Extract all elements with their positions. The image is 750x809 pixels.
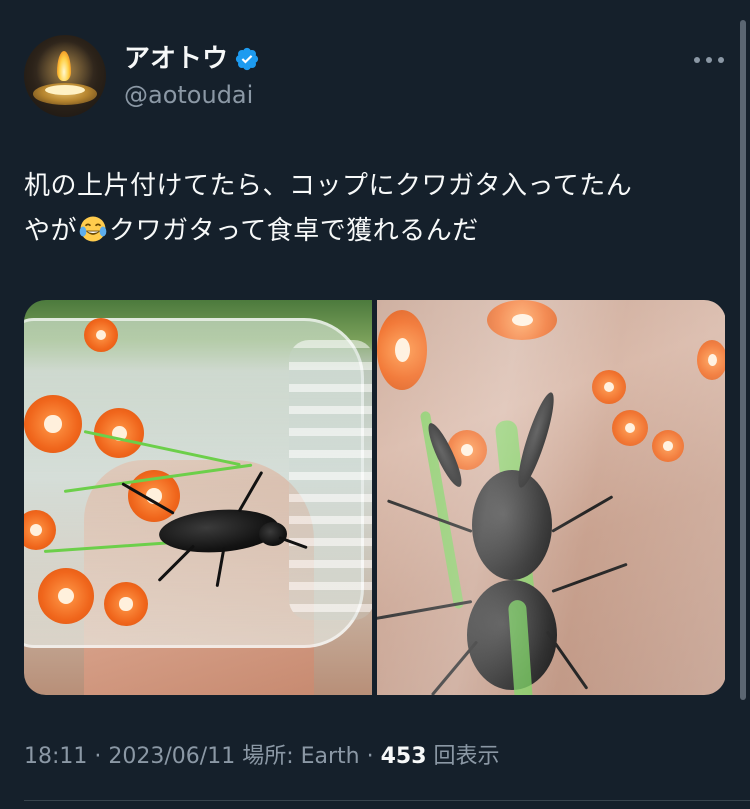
- meta-separator: ·: [87, 744, 109, 769]
- photo-beetle-closeup[interactable]: [377, 300, 725, 695]
- avatar[interactable]: [24, 35, 106, 117]
- scrollbar[interactable]: [740, 20, 746, 700]
- flower-pattern: [84, 318, 118, 352]
- verified-badge-icon[interactable]: [234, 46, 260, 72]
- tweet-text-line: 机の上片付けてたら、コップにクワガタ入ってたん: [24, 171, 633, 201]
- tweet-time[interactable]: 18:11: [24, 744, 87, 769]
- photo-beetle-in-jar[interactable]: [24, 300, 372, 695]
- dot: [694, 57, 700, 63]
- tweet-text: 机の上片付けてたら、コップにクワガタ入ってたん やが クワガタって食卓で獲れるん…: [24, 164, 724, 254]
- tweet-location: 場所: Earth: [242, 744, 360, 769]
- flower-pattern: [24, 395, 82, 453]
- author-handle[interactable]: @aotoudai: [124, 80, 253, 110]
- tweet-detail: アオトウ @aotoudai 机の上片付けてたら、コップにクワガタ入ってたん や…: [0, 0, 750, 809]
- views-label: 回表示: [426, 744, 500, 769]
- glass-reflection: [377, 300, 725, 695]
- more-options-icon[interactable]: [694, 52, 724, 68]
- author-display-name[interactable]: アオトウ: [124, 43, 228, 75]
- tweet-meta: 18:11 · 2023/06/11 場所: Earth · 453 回表示: [24, 740, 500, 774]
- tweet-date[interactable]: 2023/06/11: [108, 744, 235, 769]
- beetle-head: [259, 522, 287, 546]
- tweet-text-line: やが クワガタって食卓で獲れるんだ: [24, 209, 724, 254]
- flower-pattern: [104, 582, 148, 626]
- avatar-lamp-oil: [45, 85, 85, 95]
- meta-separator: ·: [359, 744, 381, 769]
- tweet-text-segment: やが: [24, 216, 78, 246]
- divider: [24, 800, 750, 801]
- tweet-text-segment: クワガタって食卓で獲れるんだ: [109, 216, 479, 246]
- flower-pattern: [38, 568, 94, 624]
- dot: [706, 57, 712, 63]
- face-with-tears-of-joy-icon: [79, 216, 107, 242]
- views-count[interactable]: 453: [381, 744, 427, 769]
- media-grid: [24, 300, 726, 695]
- jar-neck-shape: [289, 340, 372, 620]
- dot: [718, 57, 724, 63]
